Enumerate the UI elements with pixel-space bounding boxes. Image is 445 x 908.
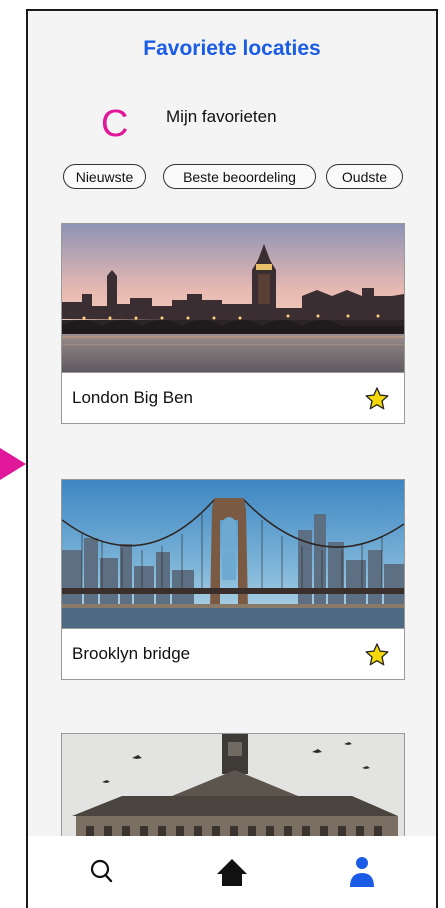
bottom-nav <box>28 836 436 908</box>
location-card[interactable] <box>61 733 405 854</box>
section-title: Mijn favorieten <box>166 107 277 126</box>
home-icon[interactable] <box>214 854 250 890</box>
filter-oldest-button[interactable]: Oudste <box>326 164 403 189</box>
annotation-letter: C <box>101 103 129 145</box>
location-card[interactable]: Brooklyn bridge <box>61 479 405 680</box>
phone-frame: Favoriete locaties C Mijn favorieten Nie… <box>26 9 438 908</box>
card-footer: London Big Ben <box>62 372 404 423</box>
location-card[interactable]: London Big Ben <box>61 223 405 424</box>
filter-best-rated-button[interactable]: Beste beoordeling <box>163 164 316 189</box>
location-photo <box>62 480 404 628</box>
location-photo <box>62 224 404 372</box>
search-icon[interactable] <box>84 854 120 890</box>
location-title: Brooklyn bridge <box>72 644 191 663</box>
star-icon[interactable] <box>364 386 390 412</box>
profile-icon[interactable] <box>344 854 380 890</box>
star-icon[interactable] <box>364 642 390 668</box>
card-footer: Brooklyn bridge <box>62 628 404 679</box>
filter-newest-button[interactable]: Nieuwste <box>63 164 146 189</box>
annotation-arrow <box>0 448 26 480</box>
page-title: Favoriete locaties <box>143 37 321 60</box>
location-title: London Big Ben <box>72 388 193 407</box>
